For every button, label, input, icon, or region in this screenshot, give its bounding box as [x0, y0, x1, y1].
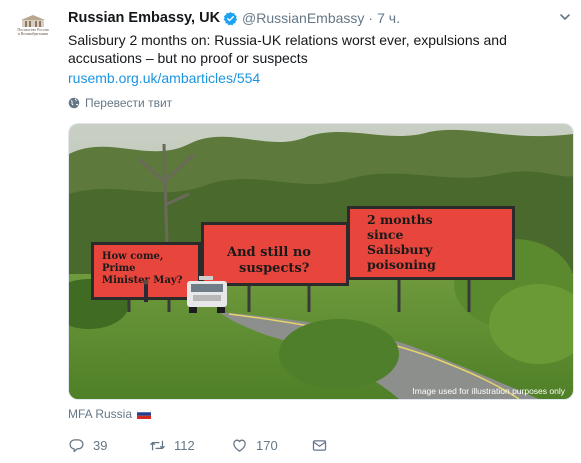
image-caption: Image used for illustration purposes onl… — [412, 386, 565, 396]
reply-icon — [69, 438, 84, 452]
retweet-count: 112 — [174, 437, 195, 453]
billboard-3-line-1: 2 months — [367, 212, 433, 227]
russia-flag-icon — [137, 409, 152, 419]
billboard-3-line-2: since — [367, 227, 403, 242]
direct-message-button[interactable] — [311, 434, 328, 456]
timestamp[interactable]: 7 ч. — [377, 10, 400, 26]
tweet-image[interactable]: How come, Prime Minister May? And still … — [68, 123, 574, 400]
translate-label: Перевести твит — [85, 96, 173, 110]
tweet-text: Salisbury 2 months on: Russia-UK relatio… — [68, 32, 507, 66]
billboard-3-line-3: Salisbury — [367, 242, 433, 257]
tweet-source[interactable]: MFA Russia — [68, 406, 152, 422]
separator-dot: · — [368, 10, 374, 26]
billboard-1-line-1: How come, — [102, 251, 163, 262]
handle[interactable]: @RussianEmbassy — [242, 10, 364, 26]
billboard-1-line-2: Prime — [102, 263, 136, 274]
tweet-body: Russian Embassy, UK @RussianEmbassy · 7 … — [68, 8, 572, 111]
translate-tweet[interactable]: Перевести твит — [68, 95, 572, 111]
reply-count: 39 — [93, 437, 108, 453]
like-count: 170 — [256, 437, 278, 453]
embassy-crest-icon — [21, 15, 45, 27]
source-label: MFA Russia — [68, 407, 133, 421]
retweet-button[interactable]: 112 — [149, 434, 195, 456]
chevron-down-icon[interactable] — [558, 10, 572, 24]
reply-button[interactable]: 39 — [68, 434, 107, 456]
billboard-3-line-4: poisoning — [367, 257, 436, 272]
verified-badge-icon — [223, 11, 238, 25]
article-link[interactable]: rusemb.org.uk/ambarticles/554 — [68, 69, 572, 87]
avatar-line-2: в Великобритании — [18, 32, 48, 36]
tweet-actions: 39 112 170 — [68, 434, 368, 456]
envelope-icon — [312, 439, 327, 451]
tweet-header: Russian Embassy, UK @RussianEmbassy · 7 … — [68, 8, 572, 28]
billboard-2-line-1: And still no — [226, 245, 311, 260]
billboard-1-line-3: Minister May? — [102, 275, 183, 286]
retweet-icon — [150, 440, 165, 450]
like-button[interactable]: 170 — [231, 434, 278, 456]
display-name[interactable]: Russian Embassy, UK — [68, 10, 220, 26]
heart-icon — [233, 439, 246, 452]
avatar[interactable]: Посольство России в Великобритании — [10, 8, 56, 54]
globe-icon — [68, 97, 80, 109]
billboard-2-line-2: suspects? — [239, 261, 310, 276]
billboards-photo: How come, Prime Minister May? And still … — [69, 124, 573, 399]
